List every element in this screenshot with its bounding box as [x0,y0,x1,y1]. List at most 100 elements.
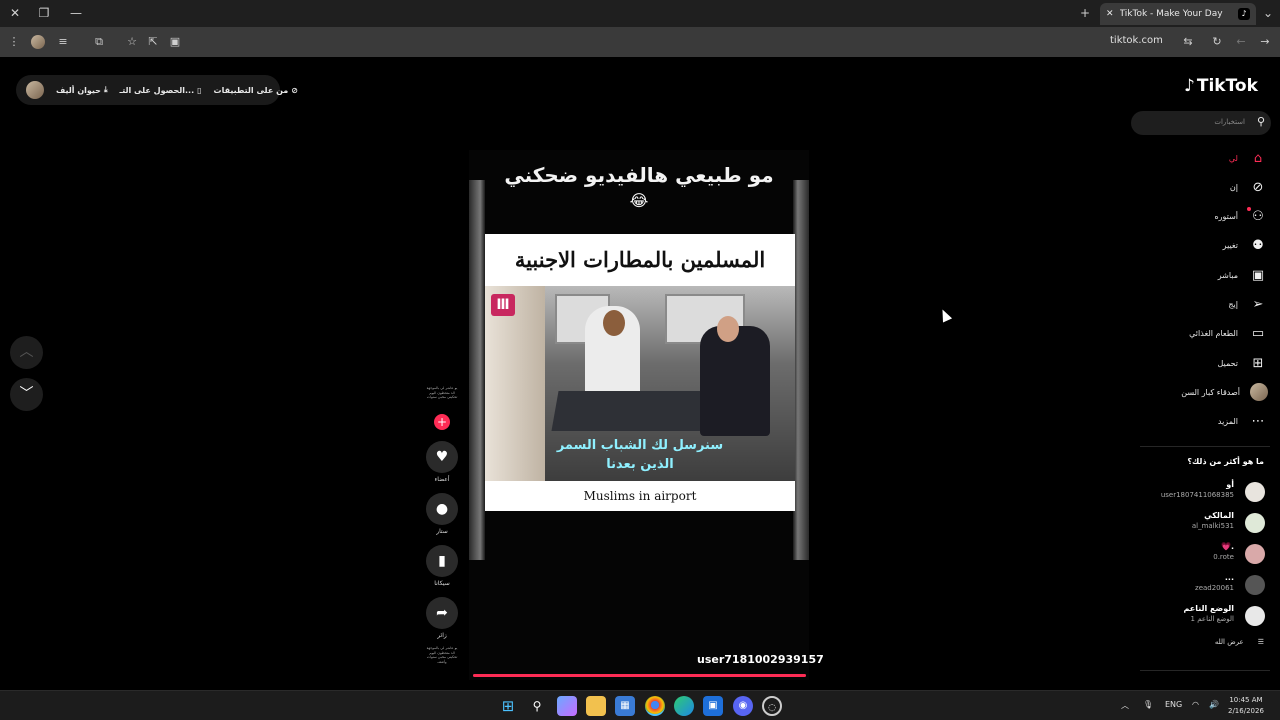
discord-icon[interactable]: ◉ [733,696,753,716]
volume-icon[interactable]: 🔊 [1209,700,1219,709]
sidebar-nav-label: تحميل [1217,358,1239,368]
profile-avatar [1250,383,1268,402]
pet-button[interactable]: حيوان أليف ⤓ [56,85,108,95]
sidebar-nav-label: مباشر [1217,270,1238,280]
video-author-username[interactable]: user7181002939157 [697,653,824,666]
sidebar-divider [1140,446,1270,447]
url-field[interactable]: tiktok.com [1110,35,1163,46]
user-avatar[interactable] [26,81,44,99]
bookmark-icon[interactable]: ▮ [426,545,458,577]
tiktok-note-icon: ♪ [1184,76,1195,96]
get-app-button[interactable]: الحصول على التـ... ▯ [120,86,202,95]
follow-plus-button[interactable]: + [434,414,450,430]
browser-tab[interactable]: ✕ TikTok - Make Your Day ♪ [1100,3,1256,25]
sidebar-nav-item[interactable]: لي ⌂ [1140,146,1268,170]
language-indicator[interactable]: ENG [1165,700,1182,709]
app-circle-icon[interactable]: ◌ [762,696,782,716]
sidebar-nav-item[interactable]: إن ⊘ [1140,175,1268,199]
share-arrow-icon[interactable]: ➦ [426,597,458,629]
sidebar-divider [1140,670,1270,671]
apps-button[interactable]: من على التطبيقات ⊘ [214,86,298,95]
comment-action[interactable]: ● ستار [425,493,459,535]
app-icon[interactable]: ▣ [703,696,723,716]
next-video-button[interactable]: ﹀ [10,378,43,411]
subtitle-line: الذين بعدنا [606,457,674,472]
chrome-icon[interactable] [645,696,665,716]
following-account[interactable]: الوضع الناعم الوضع الناعم 1 [1140,604,1265,630]
taskbar-search-icon[interactable]: ⚲ [527,696,547,716]
tab-close-icon[interactable]: ✕ [1106,9,1114,19]
following-account[interactable]: أو user1807411068385 [1140,480,1265,506]
reload-icon[interactable]: ↻ [1209,34,1225,50]
previous-video-button[interactable]: ︿ [10,336,43,369]
share-action[interactable]: ➦ زائر [425,597,459,639]
video-progress-bar[interactable] [473,674,806,677]
search-input[interactable]: استخبارات ⚲ [1131,111,1271,135]
sidebar-nav-label: أصدقاء كبار السن [1181,387,1240,397]
account-avatar[interactable] [1245,575,1265,595]
account-avatar[interactable] [1245,544,1265,564]
video-progress-fill [473,674,806,677]
bbc-logo-icon: Ⅲ [491,294,515,316]
tiktok-logo[interactable]: ♪ TikTok [1184,76,1258,96]
caption-emoji: 😂 [629,191,649,210]
sidebar-nav-item[interactable]: الطعام الغذائي ▭ [1140,322,1268,346]
tab-search-button[interactable]: ⌄ [1258,4,1278,22]
cast-icon[interactable]: ▣ [167,34,183,50]
creator-avatar-block[interactable]: يو عاشر لي بالموجهة الذ متحطون اليوم تحك… [425,386,459,430]
sidebar-nav-item[interactable]: إيج ➢ [1140,293,1268,317]
comment-icon[interactable]: ● [426,493,458,525]
pet-label: حيوان أليف [56,85,101,95]
see-all-button[interactable]: عرض الله ☰ [1140,638,1264,646]
edge-icon[interactable] [674,696,694,716]
account-avatar[interactable] [1245,606,1265,626]
sidebar-nav-label: الطعام الغذائي [1189,329,1238,339]
file-explorer-icon[interactable] [586,696,606,716]
see-all-label: عرض الله [1214,638,1244,646]
forward-icon[interactable]: → [1257,34,1273,50]
microphone-icon[interactable]: 🎙 [1143,700,1153,709]
following-account[interactable]: ... zead20061 [1140,573,1265,599]
sidebar-nav-item[interactable]: تغيير ⚉ [1140,234,1268,258]
sidebar-nav-label: أستوره [1214,212,1238,222]
sidebar-nav-item[interactable]: أصدقاء كبار السن [1140,380,1268,404]
sidebar-nav-item[interactable]: المزيد ⋯ [1140,410,1268,434]
back-icon[interactable]: ← [1233,34,1249,50]
store-icon[interactable]: ▦ [615,696,635,716]
tray-chevron-icon[interactable]: ︿ [1121,700,1129,711]
sidebar-nav-item[interactable]: تحميل ⊞ [1140,351,1268,375]
profile-avatar[interactable] [31,35,45,49]
bookmark-star-icon[interactable]: ☆ [124,34,140,50]
notification-dot [1247,206,1251,211]
scene-figure-head [717,316,739,342]
share-icon[interactable]: ⇱ [145,34,161,50]
menu-icon[interactable]: ⋮ [6,34,22,50]
sound-info[interactable]: يو عاشر لي بالموجهة الذ متحطون اليوم تحك… [425,646,459,674]
heart-icon[interactable]: ♥ [426,441,458,473]
site-settings-icon[interactable]: ⇆ [1180,34,1196,50]
new-tab-button[interactable]: + [1075,4,1095,22]
reading-list-icon[interactable]: ≡ [55,34,71,50]
save-action[interactable]: ▮ سيكانا [425,545,459,587]
minimize-window-button[interactable]: — [66,4,86,22]
logo-text: TikTok [1196,76,1258,96]
wifi-icon[interactable]: ◠ [1192,700,1199,709]
close-window-button[interactable]: ✕ [5,4,25,22]
sidebar-nav-item[interactable]: مباشر ▣ [1140,263,1268,287]
restore-window-button[interactable]: ❐ [34,4,54,22]
following-account[interactable]: المالكي al_malki531 [1140,511,1265,537]
account-avatar[interactable] [1245,513,1265,533]
compass-small-icon: ⊘ [291,85,298,95]
following-account[interactable]: 💗. 0.rote [1140,542,1265,568]
start-menu-icon[interactable]: ⊞ [498,696,518,716]
account-handle: zead20061 [1195,584,1234,592]
copilot-icon[interactable] [557,696,577,716]
video-player[interactable]: مو طبيعي هالفيديو ضحكني 😂 المسلمين بالمط… [469,150,809,680]
like-action[interactable]: ♥ أعضاء [425,441,459,483]
system-clock[interactable]: 10:45 AM 2/16/2026 [1228,695,1264,717]
extensions-icon[interactable]: ⧉ [91,34,107,50]
compass-icon: ⊘ [1252,179,1264,195]
download-icon: ⤓ [103,85,108,94]
search-icon[interactable]: ⚲ [1257,115,1265,128]
account-avatar[interactable] [1245,482,1265,502]
